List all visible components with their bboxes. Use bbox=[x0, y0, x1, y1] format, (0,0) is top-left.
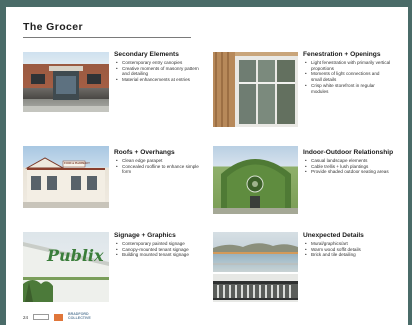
signage-photo: Publix bbox=[23, 232, 109, 302]
secondary-elements-photo bbox=[23, 52, 109, 112]
bullet-list: Contemporary entry canopies Creative mom… bbox=[116, 60, 200, 83]
bullet-item: Building mounted tenant signage bbox=[116, 252, 200, 258]
page-footer: 24 BRADFORD COLLECTIVE bbox=[23, 313, 91, 321]
fenestration-photo bbox=[213, 52, 298, 127]
bullet-item: Brick and tile detailing bbox=[305, 252, 391, 258]
signage-logo-text: Publix bbox=[47, 246, 104, 265]
indoor-outdoor-photo bbox=[213, 146, 298, 214]
bullet-list: Light fenestration with primarily vertic… bbox=[305, 60, 391, 94]
bullet-item: Provide shaded outdoor seating areas bbox=[305, 169, 391, 175]
unexpected-details-photo-top bbox=[213, 232, 298, 272]
section-heading: Indoor-Outdoor Relationship bbox=[303, 149, 394, 156]
section-heading: Unexpected Details bbox=[303, 232, 364, 239]
roofs-photo: FOOD & PHARMACY bbox=[23, 146, 109, 208]
bullet-list: Casual landscape elements Cable trellis … bbox=[305, 158, 391, 175]
bradford-logo: BRADFORD COLLECTIVE bbox=[68, 312, 91, 320]
bullet-list: Contemporary painted signage Canopy-moun… bbox=[116, 241, 200, 258]
bullet-item: Moments of light connections and small d… bbox=[305, 71, 391, 82]
bullet-item: Creative moments of masonry pattern and … bbox=[116, 66, 200, 77]
section-heading: Secondary Elements bbox=[114, 51, 179, 58]
unexpected-details-photo-bottom bbox=[213, 274, 298, 302]
page-number: 24 bbox=[23, 314, 29, 320]
bullet-item: Concealed roofline to enhance simple for… bbox=[116, 164, 200, 175]
bullet-list: Clean edge parapet Concealed roofline to… bbox=[116, 158, 200, 175]
page-title: The Grocer bbox=[23, 21, 84, 33]
bullet-list: Mural/graphics/art Warm wood soffit deta… bbox=[305, 241, 391, 258]
bullet-item: Material enhancements at entries bbox=[116, 77, 200, 83]
document-page: The Grocer Secondary Elements Contempora… bbox=[6, 7, 408, 325]
firm-logo bbox=[54, 313, 64, 321]
roof-sign-text: FOOD & PHARMACY bbox=[64, 162, 90, 165]
partner-logo bbox=[33, 314, 50, 320]
bullet-item: Light fenestration with primarily vertic… bbox=[305, 60, 391, 71]
title-underline bbox=[23, 37, 191, 38]
bullet-item: Crisp white storefront in regular module… bbox=[305, 83, 391, 94]
section-heading: Roofs + Overhangs bbox=[114, 149, 175, 156]
section-heading: Fenestration + Openings bbox=[303, 51, 381, 58]
section-heading: Signage + Graphics bbox=[114, 232, 176, 239]
